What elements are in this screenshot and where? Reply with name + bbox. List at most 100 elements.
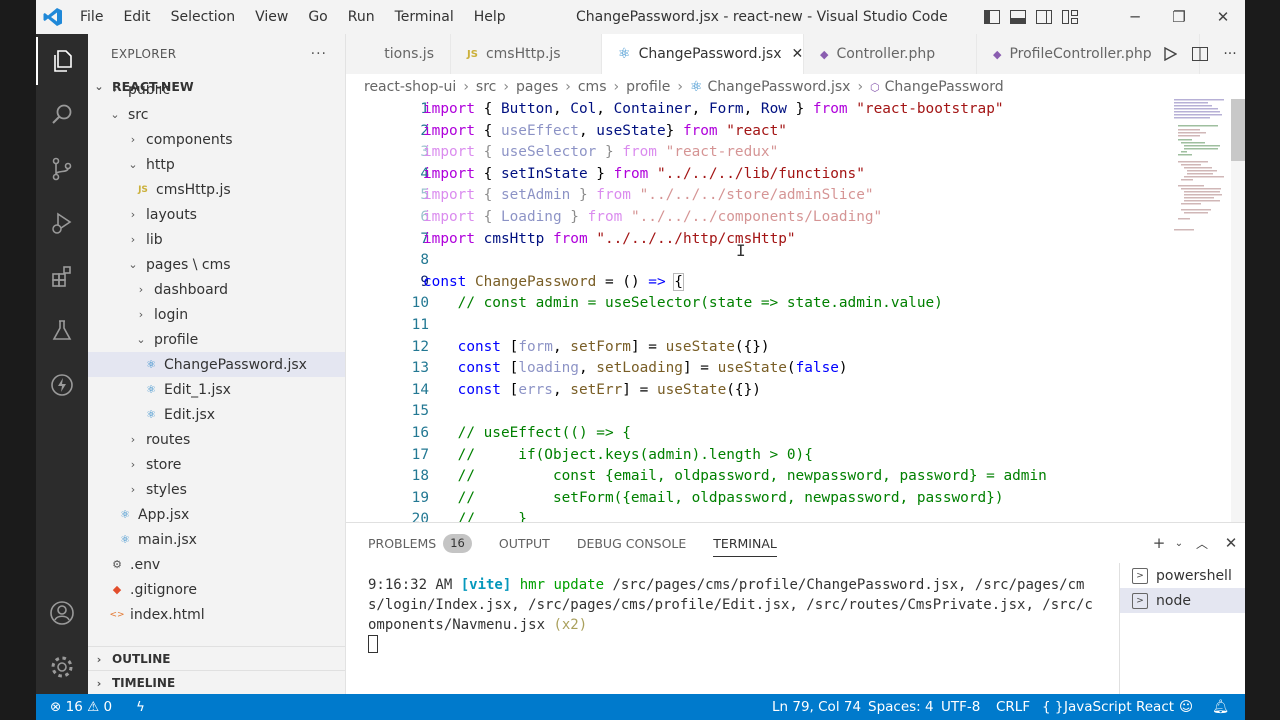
close-tab-icon[interactable]: ✕ xyxy=(791,46,803,62)
tree-item[interactable]: ◆ .gitignore xyxy=(88,577,345,602)
account-icon[interactable] xyxy=(36,589,88,637)
react-file-icon: ⚛ xyxy=(146,383,156,396)
menu-edit[interactable]: Edit xyxy=(113,0,160,34)
tab-label: TERMINAL xyxy=(713,535,777,551)
tree-item[interactable]: ⌄ pages \ cms xyxy=(88,252,345,277)
line-number: 2 xyxy=(420,122,429,139)
minimize-button[interactable]: ─ xyxy=(1113,0,1157,34)
breadcrumb-item[interactable]: pages xyxy=(516,79,558,95)
remote-icon[interactable] xyxy=(36,361,88,409)
tree-item[interactable]: › dashboard xyxy=(88,277,345,302)
breadcrumb-item[interactable]: ChangePassword.jsx xyxy=(708,79,851,95)
lightning-icon[interactable]: ϟ xyxy=(136,694,145,720)
tree-item[interactable]: ⚛ Edit_1.jsx xyxy=(88,377,345,402)
menu-help[interactable]: Help xyxy=(464,0,516,34)
menu-selection[interactable]: Selection xyxy=(161,0,246,34)
cursor-position[interactable]: Ln 79, Col 74 xyxy=(772,694,861,720)
explorer-icon[interactable] xyxy=(36,37,90,85)
tree-item[interactable]: ⌄ profile xyxy=(88,327,345,352)
tab-terminal[interactable]: TERMINAL xyxy=(713,523,777,563)
tree-item[interactable]: <> index.html xyxy=(88,602,345,627)
menu-view[interactable]: View xyxy=(245,0,298,34)
breadcrumb-item[interactable]: cms xyxy=(578,79,607,95)
menu-run[interactable]: Run xyxy=(338,0,385,34)
line-number: 9 xyxy=(420,273,429,290)
tab-debug-console[interactable]: DEBUG CONSOLE xyxy=(577,523,686,563)
breadcrumb-item[interactable]: src xyxy=(476,79,496,95)
tree-item[interactable]: › components xyxy=(88,127,345,152)
line-ending[interactable]: CRLF xyxy=(996,694,1030,720)
tree-item[interactable]: ⚛ App.jsx xyxy=(88,502,345,527)
terminal-cursor xyxy=(368,635,378,654)
chevron-right-icon: › xyxy=(96,676,102,690)
settings-gear-icon[interactable] xyxy=(36,643,88,691)
minimap[interactable] xyxy=(1172,99,1232,239)
more-actions-button[interactable]: ··· xyxy=(311,46,327,62)
tab-output[interactable]: OUTPUT xyxy=(499,523,550,563)
tab-cmshttp-js[interactable]: JS cmsHttp.js xyxy=(451,34,602,74)
terminal-output[interactable]: 9:16:32 AM [vite] hmr update /src/pages/… xyxy=(368,576,1098,655)
scrollbar-thumb[interactable] xyxy=(1231,99,1245,161)
terminal-item-powershell[interactable]: > powershell xyxy=(1120,563,1245,588)
menu-file[interactable]: File xyxy=(70,0,113,34)
maximize-panel-chevron-up-icon[interactable]: ︿ xyxy=(1187,523,1217,563)
source-control-icon[interactable] xyxy=(36,145,88,193)
menu-go[interactable]: Go xyxy=(298,0,337,34)
tab-controller-php[interactable]: ◆ Controller.php xyxy=(804,34,977,74)
tree-item[interactable]: › layouts xyxy=(88,202,345,227)
terminal-dropdown-chevron-down-icon[interactable]: ⌄ xyxy=(1171,523,1187,563)
tree-item[interactable]: ⚛ ChangePassword.jsx xyxy=(88,352,345,377)
tree-item[interactable]: › public xyxy=(88,85,345,102)
chevron-down-icon: ⌄ xyxy=(136,333,146,346)
tree-item[interactable]: › lib xyxy=(88,227,345,252)
code-editor[interactable]: 1 import { Button, Col, Container, Form, … xyxy=(346,99,1176,522)
split-editor-icon[interactable] xyxy=(1185,37,1215,71)
breadcrumb-item[interactable]: ChangePassword xyxy=(885,79,1004,95)
php-file-icon: ◆ xyxy=(993,47,1002,61)
editor-vertical-scrollbar[interactable] xyxy=(1231,99,1245,522)
tree-item[interactable]: ⚛ main.jsx xyxy=(88,527,345,552)
tree-item[interactable]: › styles xyxy=(88,477,345,502)
testing-icon[interactable] xyxy=(36,307,88,355)
customize-layout-icon[interactable] xyxy=(1057,0,1083,34)
tree-item[interactable]: ⌄ src xyxy=(88,102,345,127)
problems-status[interactable]: ⊗ 16 ⚠ 0 xyxy=(50,694,112,720)
restore-button[interactable]: ❐ xyxy=(1157,0,1201,34)
search-icon[interactable] xyxy=(36,91,88,139)
run-debug-icon[interactable] xyxy=(36,199,88,247)
toggle-primary-sidebar-icon[interactable] xyxy=(979,0,1005,34)
new-terminal-icon[interactable]: + xyxy=(1147,523,1171,563)
close-window-button[interactable]: ✕ xyxy=(1201,0,1245,34)
error-icon: ⊗ xyxy=(50,699,62,715)
toggle-panel-icon[interactable] xyxy=(1005,0,1031,34)
tab-problems[interactable]: PROBLEMS 16 xyxy=(368,523,472,563)
tree-item[interactable]: ⚙ .env xyxy=(88,552,345,577)
tree-item-label: components xyxy=(146,131,233,148)
tree-item[interactable]: › store xyxy=(88,452,345,477)
run-file-icon[interactable] xyxy=(1155,37,1185,71)
encoding[interactable]: UTF-8 xyxy=(941,694,980,720)
notifications-bell-icon[interactable]: 🔔︎ xyxy=(1212,694,1229,720)
timeline-section[interactable]: › TIMELINE xyxy=(88,670,345,694)
breadcrumb-item[interactable]: react-shop-ui xyxy=(364,79,456,95)
tree-item[interactable]: JS cmsHttp.js xyxy=(88,177,345,202)
outline-section[interactable]: › OUTLINE xyxy=(88,646,345,671)
tab-functions-js[interactable]: tions.js xyxy=(346,34,451,74)
indentation[interactable]: Spaces: 4 xyxy=(868,694,934,720)
tree-item[interactable]: ⌄ http xyxy=(88,152,345,177)
tree-item-label: layouts xyxy=(146,206,197,223)
feedback-icon[interactable]: ☺ xyxy=(1179,694,1193,720)
tab-label: ChangePassword.jsx xyxy=(638,46,782,62)
language-mode[interactable]: JavaScript React xyxy=(1064,694,1174,720)
terminal-item-node[interactable]: > node xyxy=(1120,588,1245,613)
tree-item[interactable]: ⚛ Edit.jsx xyxy=(88,402,345,427)
breadcrumb-item[interactable]: profile xyxy=(626,79,670,95)
tab-changepassword-jsx[interactable]: ⚛ ChangePassword.jsx ✕ xyxy=(602,34,804,74)
extensions-icon[interactable] xyxy=(36,253,88,301)
toggle-secondary-sidebar-icon[interactable] xyxy=(1031,0,1057,34)
menu-terminal[interactable]: Terminal xyxy=(385,0,464,34)
close-panel-icon[interactable]: ✕ xyxy=(1217,523,1245,563)
tree-item[interactable]: › login xyxy=(88,302,345,327)
tree-item[interactable]: › routes xyxy=(88,427,345,452)
more-actions-icon[interactable]: ··· xyxy=(1215,37,1245,71)
